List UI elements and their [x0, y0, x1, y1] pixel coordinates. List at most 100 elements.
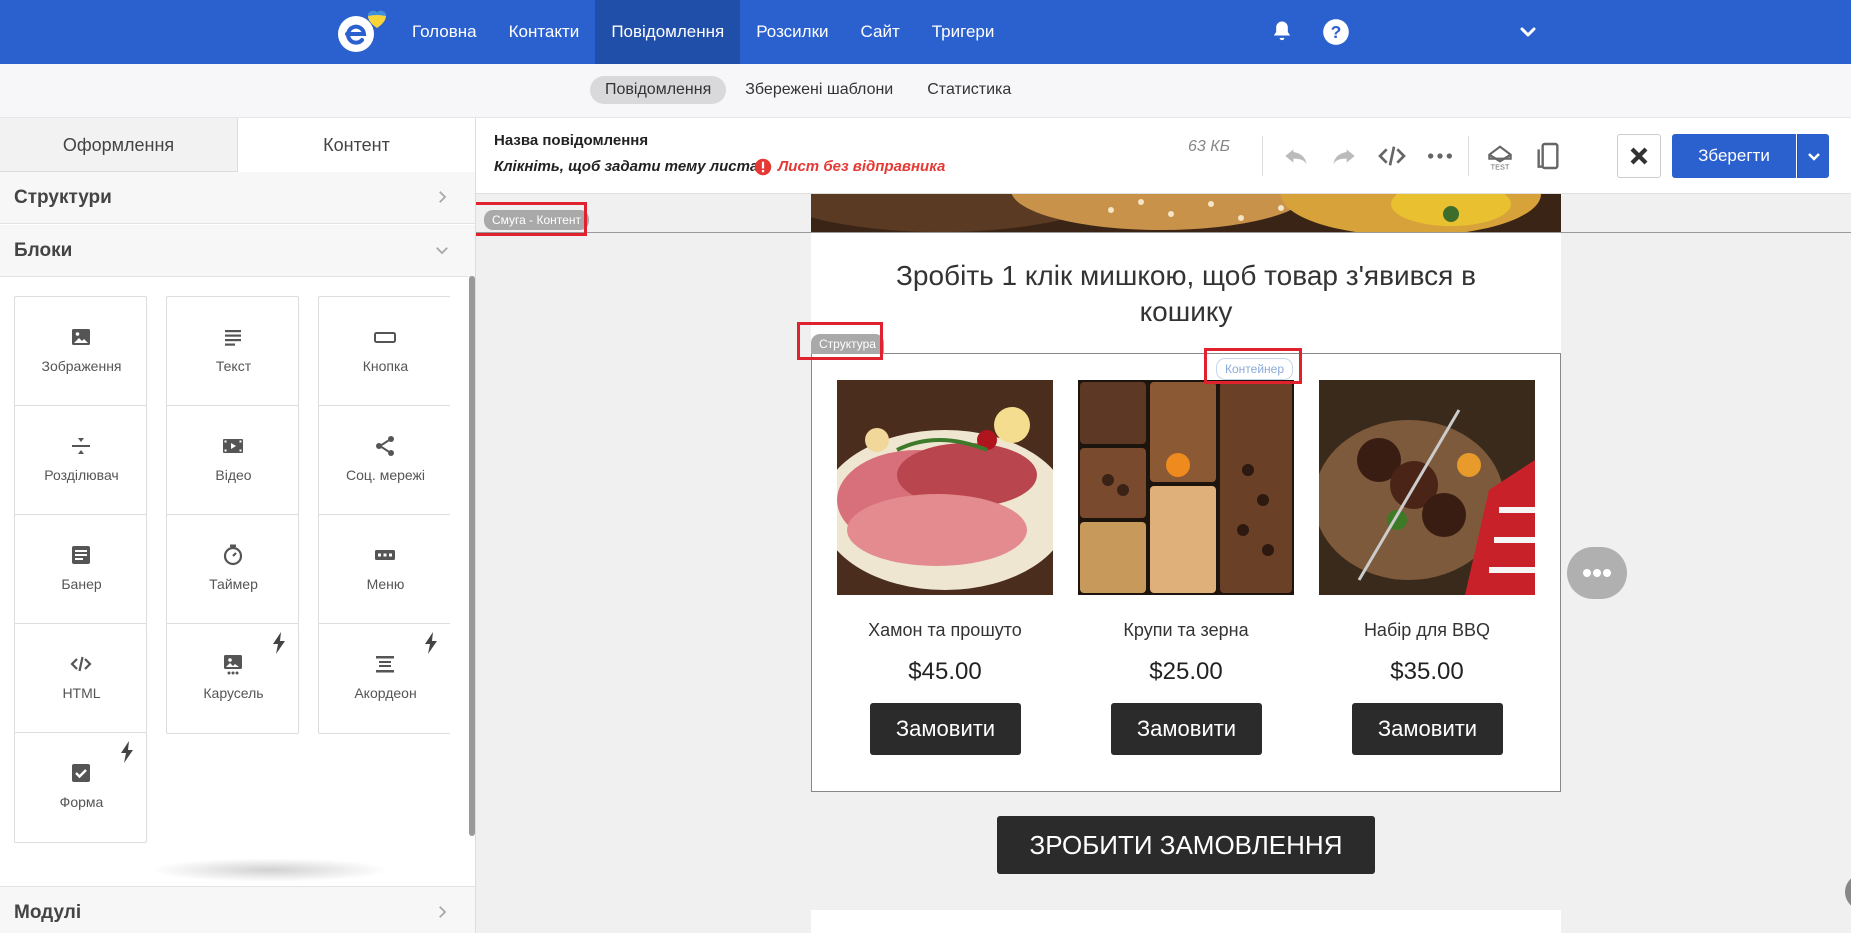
block-label: Акордеон — [354, 685, 417, 701]
product-card[interactable]: Крупи та зерна $25.00 Замовити — [1078, 380, 1294, 775]
product-card[interactable]: Набір для BBQ $35.00 Замовити — [1319, 380, 1535, 775]
form-icon — [69, 761, 93, 785]
block-label: Текст — [215, 358, 252, 374]
share-icon — [373, 434, 397, 458]
subject-prompt[interactable]: Клікніть, щоб задати тему листа — [494, 158, 758, 175]
carousel-icon — [221, 652, 245, 676]
chevron-down-icon — [1808, 153, 1820, 161]
svg-text:?: ? — [1331, 22, 1342, 42]
sub-navigation-bar: Повідомлення Збережені шаблони Статистика — [0, 64, 1851, 118]
highlight-box — [476, 202, 587, 236]
block-carousel[interactable]: Карусель — [166, 623, 299, 734]
chevron-down-icon — [436, 247, 448, 255]
close-icon — [1630, 147, 1648, 165]
side-handle[interactable] — [1845, 874, 1851, 910]
more-options-icon[interactable] — [1424, 140, 1456, 172]
block-video[interactable]: Відео — [166, 405, 299, 516]
product-price: $25.00 — [1149, 658, 1223, 685]
section-structures[interactable]: Структури — [0, 172, 475, 224]
block-button[interactable]: Кнопка — [318, 296, 450, 407]
main-nav: Головна Контакти Повідомлення Розсилки Сайт Т… — [396, 0, 1010, 64]
footer-stripe[interactable] — [811, 910, 1561, 933]
block-code[interactable]: HTML — [14, 623, 147, 734]
menu-icon — [373, 543, 397, 567]
hero-image[interactable] — [811, 194, 1561, 232]
subnav-item[interactable]: Статистика — [912, 76, 1026, 104]
products-structure[interactable]: Хамон та прошуто $45.00 Замовити Крупи т… — [811, 353, 1561, 792]
product-card[interactable]: Хамон та прошуто $45.00 Замовити — [837, 380, 1053, 775]
sender-warning[interactable]: Лист без відправника — [778, 158, 945, 175]
block-divider[interactable]: Розділювач — [14, 405, 147, 516]
divider-icon — [69, 434, 93, 458]
save-options-dropdown[interactable] — [1797, 134, 1829, 178]
section-blocks[interactable]: Блоки — [0, 225, 475, 277]
nav-item[interactable]: Повідомлення — [595, 0, 741, 64]
block-text[interactable]: Текст — [166, 296, 299, 407]
section-modules-label: Модулі — [14, 902, 82, 923]
subnav-item[interactable]: Збережені шаблони — [730, 76, 908, 104]
code-view-icon[interactable] — [1376, 140, 1408, 172]
section-structures-label: Структури — [14, 187, 112, 208]
email-body: Зробіть 1 клік мишкою, щоб товар з'явивс… — [811, 194, 1561, 933]
product-image-grains[interactable] — [1078, 380, 1294, 595]
block-form[interactable]: Форма — [14, 732, 147, 843]
block-image[interactable]: Зображення — [14, 296, 147, 407]
block-timer[interactable]: Таймер — [166, 514, 299, 625]
product-image-ham[interactable] — [837, 380, 1053, 595]
product-image-bbq[interactable] — [1319, 380, 1535, 595]
nav-item[interactable]: Розсилки — [740, 0, 844, 64]
nav-item[interactable]: Головна — [396, 0, 493, 64]
nav-item[interactable]: Тригери — [916, 0, 1011, 64]
lightning-icon — [424, 632, 438, 654]
order-product-button[interactable]: Замовити — [1111, 703, 1262, 755]
svg-text:TEST: TEST — [1491, 162, 1510, 171]
nav-item[interactable]: Сайт — [845, 0, 916, 64]
code-icon — [69, 652, 93, 676]
undo-icon[interactable] — [1280, 140, 1312, 172]
lightning-icon — [272, 632, 286, 654]
structure-more-options[interactable] — [1567, 547, 1627, 599]
product-name: Набір для BBQ — [1363, 620, 1491, 640]
help-icon[interactable]: ? — [1322, 18, 1350, 46]
brand-logo[interactable] — [334, 10, 396, 54]
block-share[interactable]: Соц. мережі — [318, 405, 450, 516]
section-blocks-label: Блоки — [14, 240, 73, 261]
scroll-fade — [150, 858, 390, 882]
mobile-preview-icon[interactable] — [1532, 140, 1564, 172]
notifications-bell-icon[interactable] — [1268, 18, 1296, 46]
highlight-box — [797, 322, 883, 360]
tab-content[interactable]: Контент — [238, 118, 475, 172]
tab-design[interactable]: Оформлення — [0, 118, 238, 172]
message-title[interactable]: Назва повідомлення — [494, 132, 648, 149]
place-order-button[interactable]: ЗРОБИТИ ЗАМОВЛЕННЯ — [997, 816, 1375, 874]
close-editor-button[interactable] — [1617, 134, 1661, 178]
save-button[interactable]: Зберегти — [1672, 134, 1796, 178]
headline-text[interactable]: Зробіть 1 клік мишкою, щоб товар з'явивс… — [851, 258, 1521, 330]
block-label: Карусель — [203, 685, 264, 701]
block-banner[interactable]: Банер — [14, 514, 147, 625]
product-name: Хамон та прошуто — [868, 620, 1022, 640]
block-label: Зображення — [41, 358, 122, 374]
subnav-item[interactable]: Повідомлення — [590, 76, 727, 104]
blocks-grid: Зображення Текст Кнопка Розділювач Відео Соц.… — [14, 296, 450, 886]
text-icon — [221, 325, 245, 349]
test-email-icon[interactable]: TEST — [1484, 140, 1516, 172]
more-options-icon — [1583, 569, 1611, 577]
order-product-button[interactable]: Замовити — [1352, 703, 1503, 755]
block-accordion[interactable]: Акордеон — [318, 623, 450, 734]
redo-icon[interactable] — [1328, 140, 1360, 172]
section-modules[interactable]: Модулі — [0, 886, 475, 933]
account-menu-chevron-icon[interactable] — [1516, 20, 1540, 44]
block-label: Кнопка — [362, 358, 409, 374]
chevron-right-icon — [439, 906, 447, 918]
video-icon — [221, 434, 245, 458]
timer-icon — [221, 543, 245, 567]
order-product-button[interactable]: Замовити — [870, 703, 1021, 755]
message-size: 63 КБ — [1188, 138, 1231, 155]
product-price: $35.00 — [1390, 658, 1464, 685]
chevron-right-icon — [439, 191, 447, 203]
nav-item[interactable]: Контакти — [493, 0, 596, 64]
email-canvas: Зробіть 1 клік мишкою, щоб товар з'явивс… — [476, 194, 1851, 933]
block-menu[interactable]: Меню — [318, 514, 450, 625]
sidebar-scrollbar[interactable] — [469, 276, 475, 836]
